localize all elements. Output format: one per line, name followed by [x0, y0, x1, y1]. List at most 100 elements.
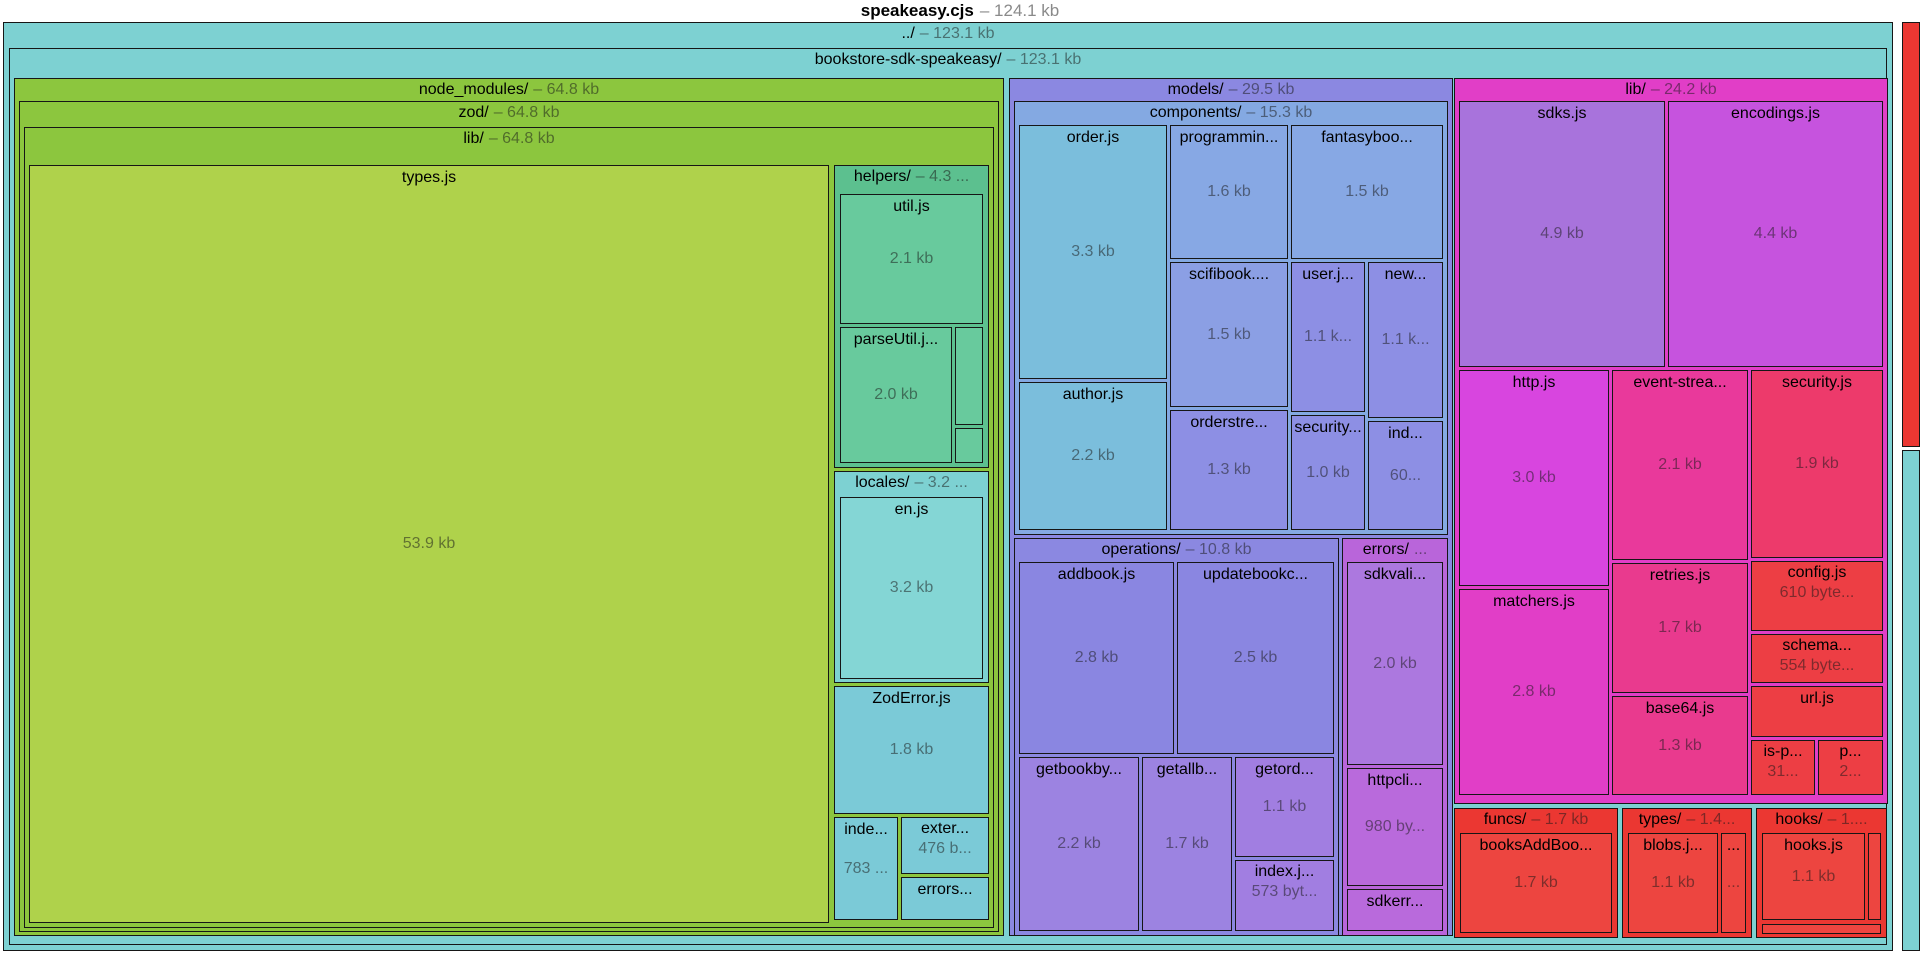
treemap-node-http-js[interactable]: http.js3.0 kb: [1459, 370, 1609, 586]
node-label: sdkerr...: [1348, 892, 1442, 912]
treemap-node-index-operations[interactable]: index.j...573 byt...: [1235, 860, 1334, 931]
node-size: 1.5 kb: [1171, 325, 1287, 345]
node-label: node_modules/: [419, 81, 528, 98]
treemap-node-util-js[interactable]: util.js2.1 kb: [840, 194, 983, 324]
treemap-node-sdks-js[interactable]: sdks.js4.9 kb: [1459, 101, 1665, 367]
bundle-file-size: – 124.1 kb: [980, 1, 1059, 21]
treemap-canvas: speakeasy.cjs – 124.1 kb ../ – 123.1 kb bo…: [0, 0, 1920, 954]
treemap-node-event-streaming[interactable]: event-strea...2.1 kb: [1612, 370, 1748, 560]
node-size: 2.1 kb: [1613, 455, 1747, 475]
node-label: helpers/: [854, 168, 911, 185]
node-size: 4.4 kb: [1669, 224, 1882, 244]
node-label: httpcli...: [1348, 771, 1442, 791]
treemap-node-addbook-js[interactable]: addbook.js2.8 kb: [1019, 562, 1174, 754]
bundle-file-name: speakeasy.cjs: [861, 1, 974, 21]
node-size: 554 byte...: [1752, 656, 1882, 676]
treemap-node-helpers-sliver-2[interactable]: [955, 428, 983, 463]
treemap-node-types-ellipsis[interactable]: ......: [1721, 833, 1746, 933]
node-label: ZodError.js: [835, 689, 988, 709]
node-size: 1.3 kb: [1171, 460, 1287, 480]
treemap-node-programming[interactable]: programmin... 1.6 kb: [1170, 125, 1288, 259]
node-label: errors...: [902, 880, 988, 900]
node-label: retries.js: [1613, 566, 1747, 586]
node-label: programmin...: [1171, 128, 1287, 148]
node-label: security.js: [1752, 373, 1882, 393]
treemap-node-getbookby-js[interactable]: getbookby...2.2 kb: [1019, 757, 1139, 931]
treemap-node-edge-strip-teal[interactable]: [1902, 450, 1920, 951]
node-label: types/: [1639, 811, 1682, 828]
treemap-node-matchers-js[interactable]: matchers.js2.8 kb: [1459, 589, 1609, 795]
treemap-node-encodings-js[interactable]: encodings.js 4.4 kb: [1668, 101, 1883, 367]
node-size: – 3.2 ...: [914, 474, 967, 491]
node-size: 1.7 kb: [1461, 873, 1611, 893]
treemap-node-scifibook[interactable]: scifibook.... 1.5 kb: [1170, 262, 1288, 407]
node-label: user.j...: [1292, 265, 1364, 285]
node-size: – 10.8 kb: [1186, 541, 1252, 558]
treemap-node-security-lib-js[interactable]: security.js 1.9 kb: [1751, 370, 1883, 558]
node-label: ind...: [1369, 424, 1442, 444]
node-label: updatebookc...: [1178, 565, 1333, 585]
treemap-node-errors-zod[interactable]: errors...: [901, 877, 989, 920]
node-label: getallb...: [1143, 760, 1231, 780]
node-label: errors/: [1363, 541, 1409, 558]
treemap-node-schemas-js[interactable]: schema...554 byte...: [1751, 634, 1883, 683]
treemap-node-zoderror-js[interactable]: ZodError.js1.8 kb: [834, 686, 989, 814]
treemap-node-getorder-js[interactable]: getord...1.1 kb: [1235, 757, 1334, 857]
node-size: – 123.1 kb: [1007, 51, 1082, 68]
node-label: hooks/: [1775, 811, 1822, 828]
node-label: util.js: [841, 197, 982, 217]
treemap-node-helpers-sliver-1[interactable]: [955, 327, 983, 425]
treemap-node-en-js[interactable]: en.js3.2 kb: [840, 497, 983, 679]
node-label: url.js: [1752, 689, 1882, 709]
treemap-node-is-plain-object[interactable]: is-p...31...: [1751, 740, 1815, 795]
treemap-node-hooks-sliver-1[interactable]: [1868, 833, 1881, 920]
treemap-node-blobs-js[interactable]: blobs.j...1.1 kb: [1628, 833, 1718, 933]
node-label: ../: [901, 25, 914, 42]
treemap-node-sdkvalidation[interactable]: sdkvali...2.0 kb: [1347, 562, 1443, 765]
node-size: 1.1 kb: [1629, 873, 1717, 893]
node-label: encodings.js: [1669, 104, 1882, 124]
treemap-node-user-js[interactable]: user.j...1.1 k...: [1291, 262, 1365, 412]
node-label: scifibook....: [1171, 265, 1287, 285]
treemap-node-retries-js[interactable]: retries.js1.7 kb: [1612, 563, 1748, 693]
node-label: hooks.js: [1763, 836, 1864, 856]
treemap-node-hooks-js[interactable]: hooks.js1.1 kb: [1762, 833, 1865, 920]
treemap-node-types-js[interactable]: types.js53.9 kb: [29, 165, 829, 923]
node-size: 1.6 kb: [1171, 182, 1287, 202]
treemap-node-sdkerror[interactable]: sdkerr...: [1347, 889, 1443, 931]
node-size: 783 ...: [835, 859, 897, 879]
treemap-node-edge-strip-red[interactable]: [1902, 22, 1920, 447]
treemap-node-booksaddbook-js[interactable]: booksAddBoo...1.7 kb: [1460, 833, 1612, 933]
treemap-node-author-js[interactable]: author.js2.2 kb: [1019, 382, 1167, 530]
treemap-node-base64-js[interactable]: base64.js1.3 kb: [1612, 696, 1748, 795]
node-size: – 64.8 kb: [533, 81, 599, 98]
node-size: 1.0 kb: [1292, 463, 1364, 483]
treemap-node-updatebook-js[interactable]: updatebookc...2.5 kb: [1177, 562, 1334, 754]
treemap-node-p-file[interactable]: p...2...: [1818, 740, 1883, 795]
treemap-node-orderstream[interactable]: orderstre...1.3 kb: [1170, 410, 1288, 530]
treemap-node-new-js[interactable]: new...1.1 k...: [1368, 262, 1443, 418]
node-size: ...: [1722, 873, 1745, 893]
treemap-node-getallbooks-js[interactable]: getallb...1.7 kb: [1142, 757, 1232, 931]
node-label: types.js: [30, 168, 828, 188]
treemap-node-parseutil-js[interactable]: parseUtil.j...2.0 kb: [840, 327, 952, 463]
treemap-node-hooks-sliver-2[interactable]: [1762, 924, 1881, 934]
treemap-node-index-zod[interactable]: inde...783 ...: [834, 817, 898, 920]
treemap-node-index-model[interactable]: ind...60...: [1368, 421, 1443, 530]
node-label: models/: [1168, 81, 1224, 98]
treemap-node-url-js[interactable]: url.js: [1751, 686, 1883, 737]
treemap-node-fantasybook[interactable]: fantasyboo...1.5 kb: [1291, 125, 1443, 259]
treemap-node-config-js[interactable]: config.js610 byte...: [1751, 561, 1883, 631]
treemap-node-httpclienterror[interactable]: httpcli...980 by...: [1347, 768, 1443, 886]
node-size: – 15.3 kb: [1246, 104, 1312, 121]
node-label: matchers.js: [1460, 592, 1608, 612]
treemap-node-order-js[interactable]: order.js3.3 kb: [1019, 125, 1167, 379]
treemap-node-external-zod[interactable]: exter...476 b...: [901, 817, 989, 874]
node-size: ...: [1414, 541, 1427, 558]
node-label: zod/: [458, 104, 488, 121]
node-label: bookstore-sdk-speakeasy/: [815, 51, 1002, 68]
node-label: getbookby...: [1020, 760, 1138, 780]
node-label: schema...: [1752, 636, 1882, 656]
node-size: 1.9 kb: [1752, 454, 1882, 474]
treemap-node-security-model[interactable]: security...1.0 kb: [1291, 415, 1365, 530]
